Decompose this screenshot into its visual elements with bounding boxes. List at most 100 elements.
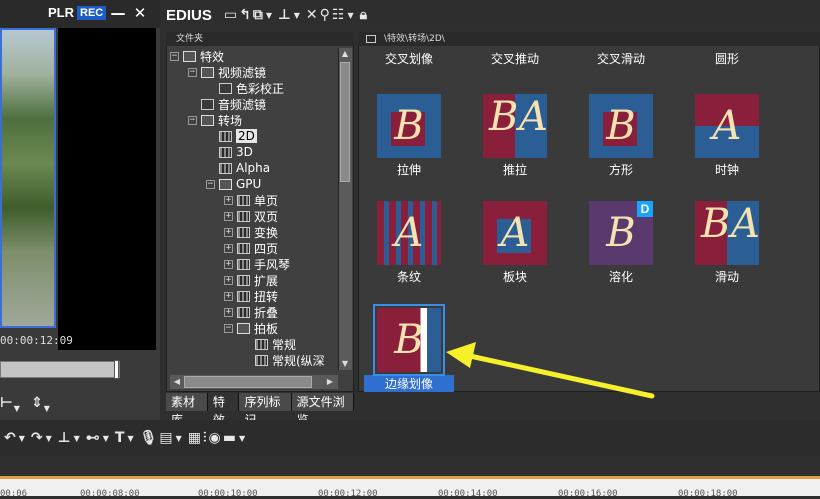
- mode-icon[interactable]: ⊥: [58, 428, 71, 448]
- effect-item[interactable]: B A 滑动: [682, 201, 772, 285]
- effect-item[interactable]: A 条纹: [364, 201, 454, 285]
- tree-item[interactable]: Alpha: [206, 160, 270, 176]
- collapse-icon[interactable]: −: [188, 67, 197, 77]
- chevron-down-icon[interactable]: ▼: [19, 434, 25, 443]
- yellow-arrow-annotation: [446, 342, 655, 399]
- collapse-icon[interactable]: −: [224, 323, 233, 333]
- tree-item-label: 常规(纵深: [272, 353, 325, 368]
- monitor-icon[interactable]: ▭: [224, 5, 237, 25]
- chevron-down-icon[interactable]: ▼: [103, 434, 109, 443]
- effect-item[interactable]: A 板块: [470, 201, 560, 285]
- close-icon[interactable]: ✕: [132, 5, 148, 21]
- effect-label: 推拉: [502, 163, 527, 177]
- tab-3[interactable]: 源文件浏览: [291, 393, 354, 427]
- split-icon[interactable]: ⇕: [31, 393, 43, 413]
- chevron-down-icon[interactable]: ▼: [266, 11, 272, 20]
- tree-item[interactable]: + 单页: [224, 192, 278, 208]
- multicam-icon[interactable]: ▦: [188, 428, 201, 448]
- badge: D: [637, 201, 653, 217]
- rec-label[interactable]: REC: [77, 6, 107, 20]
- tree-item[interactable]: + 手风琴: [224, 256, 290, 272]
- ruler-tick-label: 00:00:16:00: [558, 489, 618, 499]
- tab-2[interactable]: 序列标记: [239, 393, 292, 427]
- expand-icon[interactable]: +: [224, 227, 233, 237]
- scrubber-handle[interactable]: [114, 360, 119, 379]
- window-icon[interactable]: ▬: [223, 428, 236, 448]
- folder-icon: [201, 98, 214, 110]
- tree-item[interactable]: 音频滤镜: [188, 96, 266, 112]
- tree-item[interactable]: − 拍板: [224, 320, 278, 336]
- title-icon[interactable]: T: [115, 428, 125, 448]
- effect-item[interactable]: A 时钟: [682, 0, 772, 178]
- new-folder-icon[interactable]: ⧉: [253, 5, 263, 25]
- clock-icon[interactable]: ◉: [209, 428, 221, 448]
- chevron-down-icon[interactable]: ▼: [176, 434, 182, 443]
- expand-icon[interactable]: +: [224, 307, 233, 317]
- tab-1[interactable]: 特效: [207, 393, 240, 427]
- render-icon[interactable]: ▤: [159, 428, 172, 448]
- collapse-icon[interactable]: −: [188, 115, 197, 125]
- tree-item[interactable]: + 折叠: [224, 304, 278, 320]
- expand-icon[interactable]: +: [224, 243, 233, 253]
- add-to-timeline-icon[interactable]: ⊥: [278, 5, 291, 25]
- chevron-down-icon[interactable]: ▼: [74, 434, 80, 443]
- expand-icon[interactable]: +: [224, 291, 233, 301]
- expand-icon[interactable]: +: [224, 275, 233, 285]
- tree-horizontal-scroll-thumb[interactable]: [184, 376, 312, 388]
- scroll-up-icon[interactable]: ▲: [339, 48, 351, 60]
- collapse-icon[interactable]: −: [206, 179, 215, 189]
- effect-item[interactable]: B A 推拉: [470, 0, 560, 178]
- scroll-right-icon[interactable]: ▶: [324, 376, 336, 388]
- collapse-icon[interactable]: −: [170, 51, 179, 61]
- tree-vertical-scroll-thumb[interactable]: [340, 62, 350, 182]
- tree-item[interactable]: 常规: [242, 336, 296, 352]
- timeline-ruler[interactable]: 00:06 00:00:08:00 00:00:10:00 00:00:12:00 00…: [0, 476, 820, 499]
- chevron-down-icon[interactable]: ▼: [14, 404, 20, 413]
- tree-item[interactable]: 常规(纵深: [242, 352, 325, 368]
- microphone-icon[interactable]: 🎙︎: [140, 428, 158, 448]
- chevron-down-icon[interactable]: ▼: [127, 434, 133, 443]
- tree-item[interactable]: − 转场: [188, 112, 242, 128]
- tree-item[interactable]: + 扩展: [224, 272, 278, 288]
- tab-0[interactable]: 素材库: [166, 393, 208, 427]
- scroll-down-icon[interactable]: ▼: [339, 358, 351, 370]
- up-folder-icon[interactable]: ↰: [239, 5, 251, 25]
- undo-icon[interactable]: ↶: [4, 428, 16, 448]
- effect-item[interactable]: B 拉伸: [364, 0, 454, 178]
- effect-thumbnail: A: [695, 94, 759, 158]
- redo-icon[interactable]: ↷: [31, 428, 43, 448]
- scroll-left-icon[interactable]: ◀: [171, 376, 183, 388]
- minimize-icon[interactable]: —: [110, 5, 126, 21]
- chevron-down-icon[interactable]: ▼: [44, 404, 50, 413]
- tree-item[interactable]: − 特效: [170, 48, 224, 64]
- chevron-down-icon[interactable]: ▼: [347, 11, 353, 20]
- tree-item[interactable]: + 扭转: [224, 288, 278, 304]
- expand-icon[interactable]: +: [224, 195, 233, 205]
- expand-icon[interactable]: +: [224, 211, 233, 221]
- tree-item[interactable]: + 双页: [224, 208, 278, 224]
- effect-item[interactable]: B D 溶化: [576, 201, 666, 285]
- tree-item[interactable]: 2D: [206, 128, 257, 144]
- ruler-tick-label: 00:00:08:00: [80, 489, 140, 499]
- mixer-icon[interactable]: ⫶: [203, 428, 207, 448]
- delete-icon[interactable]: ✕: [306, 5, 318, 25]
- tree-item[interactable]: − GPU: [206, 176, 261, 192]
- tree-item[interactable]: − 视频滤镜: [188, 64, 266, 80]
- tree-item-label: 转场: [218, 113, 243, 128]
- folder-icon: [255, 354, 268, 366]
- mark-out-icon[interactable]: ⊢: [0, 393, 13, 413]
- link-icon[interactable]: ⊷: [86, 428, 100, 448]
- view-mode-icon[interactable]: ☷: [332, 5, 345, 25]
- expand-icon[interactable]: +: [224, 259, 233, 269]
- chevron-down-icon[interactable]: ▼: [239, 434, 245, 443]
- effect-item[interactable]: B 方形: [576, 0, 666, 178]
- tree-item[interactable]: + 变换: [224, 224, 278, 240]
- player-scrubber[interactable]: [0, 361, 120, 378]
- properties-icon[interactable]: ⚲: [320, 5, 330, 25]
- plr-label: PLR: [48, 5, 74, 20]
- tree-item[interactable]: 色彩校正: [206, 80, 284, 96]
- chevron-down-icon[interactable]: ▼: [294, 11, 300, 20]
- tree-item[interactable]: + 四页: [224, 240, 278, 256]
- tree-item[interactable]: 3D: [206, 144, 253, 160]
- chevron-down-icon[interactable]: ▼: [46, 434, 52, 443]
